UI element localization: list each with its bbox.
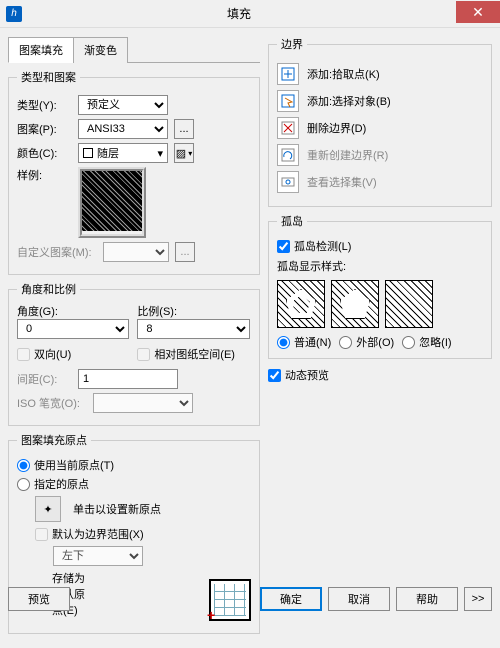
label-pattern: 图案(P): bbox=[17, 121, 72, 137]
legend-island: 孤岛 bbox=[277, 213, 307, 229]
pattern-browse-button[interactable]: ... bbox=[174, 119, 194, 139]
scale-select[interactable]: 8 bbox=[137, 319, 249, 339]
hatch-swatch-icon: ▨ bbox=[176, 147, 186, 160]
color-swatch-icon bbox=[83, 148, 93, 158]
relative-checkbox: 相对图纸空间(E) bbox=[137, 346, 249, 362]
remove-boundary-icon[interactable] bbox=[277, 117, 299, 139]
origin-specified-radio[interactable]: 指定的原点 bbox=[17, 476, 251, 492]
label-iso: ISO 笔宽(O): bbox=[17, 395, 87, 411]
window-title: 填充 bbox=[22, 5, 456, 22]
island-ignore-preview[interactable] bbox=[385, 280, 433, 328]
color-select[interactable]: 随层 ▾ bbox=[78, 143, 168, 163]
label-scale: 比例(S): bbox=[137, 303, 249, 319]
ok-button[interactable]: 确定 bbox=[260, 587, 322, 611]
label-type: 类型(Y): bbox=[17, 97, 72, 113]
help-button[interactable]: 帮助 bbox=[396, 587, 458, 611]
island-outer-preview[interactable] bbox=[331, 280, 379, 328]
tab-hatch[interactable]: 图案填充 bbox=[8, 37, 74, 63]
angle-select[interactable]: 0 bbox=[17, 319, 129, 339]
preview-button[interactable]: 预览 bbox=[8, 587, 70, 611]
iso-select bbox=[93, 393, 193, 413]
label-click-new: 单击以设置新原点 bbox=[73, 501, 161, 517]
legend-origin: 图案填充原点 bbox=[17, 432, 91, 448]
custom-browse-button: ... bbox=[175, 242, 195, 262]
chevron-down-icon: ▾ bbox=[157, 147, 163, 160]
group-type-pattern: 类型和图案 类型(Y): 预定义 图案(P): ANSI33 ... 颜色(C)… bbox=[8, 69, 260, 275]
label-sample: 样例: bbox=[17, 167, 72, 183]
pick-origin-icon: ✦ bbox=[35, 496, 61, 522]
group-island: 孤岛 孤岛检测(L) 孤岛显示样式: 普通(N) 外部(O) 忽略(I) bbox=[268, 213, 492, 359]
label-island-style: 孤岛显示样式: bbox=[277, 258, 483, 274]
view-selection-icon[interactable] bbox=[277, 171, 299, 193]
label-custom-pattern: 自定义图案(M): bbox=[17, 244, 97, 260]
color-value: 随层 bbox=[97, 145, 119, 161]
cancel-button[interactable]: 取消 bbox=[328, 587, 390, 611]
island-normal-radio[interactable]: 普通(N) bbox=[277, 334, 331, 350]
label-view-sel: 查看选择集(V) bbox=[307, 174, 377, 190]
origin-position-select: 左下 bbox=[53, 546, 143, 566]
type-select[interactable]: 预定义 bbox=[78, 95, 168, 115]
label-recreate: 重新创建边界(R) bbox=[307, 147, 388, 163]
label-remove[interactable]: 删除边界(D) bbox=[307, 120, 366, 136]
tab-strip: 图案填充 渐变色 bbox=[8, 36, 260, 63]
island-detect-checkbox[interactable]: 孤岛检测(L) bbox=[277, 238, 483, 254]
label-add-select[interactable]: 添加:选择对象(B) bbox=[307, 93, 391, 109]
legend-boundary: 边界 bbox=[277, 36, 307, 52]
group-angle-scale: 角度和比例 角度(G): 0 比例(S): 8 双向(U) 相对图纸空间(E) … bbox=[8, 281, 260, 426]
custom-pattern-select bbox=[103, 242, 169, 262]
expand-button[interactable]: >> bbox=[464, 587, 492, 611]
sample-preview[interactable] bbox=[78, 167, 146, 238]
island-ignore-radio[interactable]: 忽略(I) bbox=[402, 334, 451, 350]
default-extent-checkbox: 默认为边界范围(X) bbox=[35, 526, 251, 542]
add-select-icon[interactable] bbox=[277, 90, 299, 112]
legend-type: 类型和图案 bbox=[17, 69, 80, 85]
spacing-input bbox=[78, 369, 178, 389]
island-outer-radio[interactable]: 外部(O) bbox=[339, 334, 394, 350]
dynamic-preview-checkbox[interactable]: 动态预览 bbox=[268, 367, 492, 383]
close-button[interactable]: ✕ bbox=[456, 1, 500, 23]
label-spacing: 间距(C): bbox=[17, 371, 72, 387]
bgcolor-select[interactable]: ▨▾ bbox=[174, 143, 194, 163]
island-normal-preview[interactable] bbox=[277, 280, 325, 328]
recreate-boundary-icon[interactable] bbox=[277, 144, 299, 166]
double-checkbox: 双向(U) bbox=[17, 346, 129, 362]
group-boundary: 边界 添加:拾取点(K) 添加:选择对象(B) 删除边界(D) 重新创建边界(R… bbox=[268, 36, 492, 207]
chevron-down-icon: ▾ bbox=[188, 149, 192, 158]
origin-current-radio[interactable]: 使用当前原点(T) bbox=[17, 457, 251, 473]
label-add-pick[interactable]: 添加:拾取点(K) bbox=[307, 66, 380, 82]
label-color: 颜色(C): bbox=[17, 145, 72, 161]
label-angle: 角度(G): bbox=[17, 303, 129, 319]
app-icon: h bbox=[6, 6, 22, 22]
tab-gradient[interactable]: 渐变色 bbox=[73, 37, 128, 63]
legend-angle: 角度和比例 bbox=[17, 281, 80, 297]
pattern-select[interactable]: ANSI33 bbox=[78, 119, 168, 139]
add-pick-icon[interactable] bbox=[277, 63, 299, 85]
